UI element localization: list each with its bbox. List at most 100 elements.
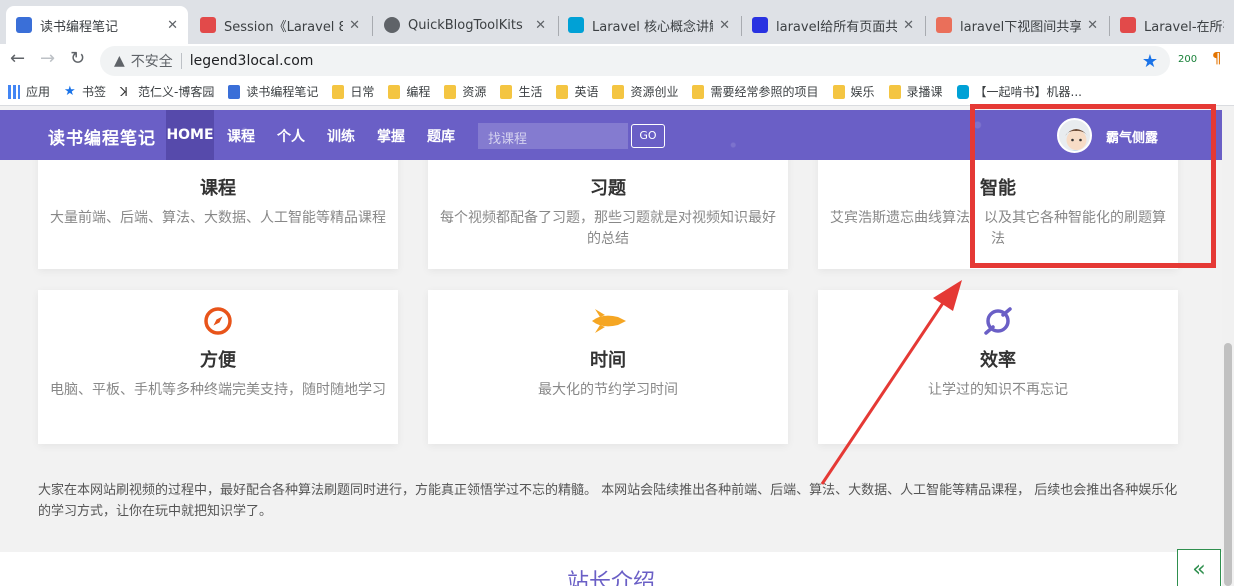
bookmark-label: 读书编程笔记 bbox=[246, 85, 319, 99]
divider bbox=[180, 53, 182, 69]
bookmark-label: 范仁义-博客园 bbox=[138, 85, 215, 99]
card-title: 习题 bbox=[590, 178, 626, 199]
feature-card-time: 时间 最大化的节约学习时间 bbox=[428, 290, 788, 444]
compass-icon bbox=[203, 306, 233, 340]
bookmark-label: 资源 bbox=[462, 85, 487, 99]
bookmark-item[interactable]: 读书编程笔记 bbox=[228, 83, 318, 100]
feature-card-convenient: 方便 电脑、平板、手机等多种终端完美支持，随时随地学习 bbox=[38, 290, 398, 444]
bookmark-folder[interactable]: 录播课 bbox=[888, 83, 943, 100]
tab-title: Laravel-在所有视 bbox=[1144, 19, 1224, 35]
tab-title: laravel下视图间共享数 bbox=[960, 19, 1082, 35]
close-icon[interactable]: ✕ bbox=[719, 18, 730, 33]
paragraph-extension-icon[interactable]: ¶ bbox=[1212, 49, 1222, 67]
page-scrollbar[interactable] bbox=[1222, 110, 1234, 586]
tab-title: 读书编程笔记 bbox=[40, 19, 119, 35]
bookmark-folder[interactable]: 娱乐 bbox=[832, 83, 875, 100]
bookmark-label: 生活 bbox=[518, 85, 543, 99]
tab-divider bbox=[372, 16, 373, 36]
bookmark-star-icon[interactable]: ★ bbox=[1142, 51, 1158, 72]
address-bar[interactable]: ▲ 不安全 legend3local.com ★ bbox=[100, 46, 1170, 76]
bookmark-folder[interactable]: 日常 bbox=[332, 83, 374, 100]
star-icon: ★ bbox=[64, 83, 76, 99]
warning-icon: ▲ bbox=[114, 53, 125, 69]
bilibili-icon bbox=[956, 84, 969, 99]
nav-training[interactable]: 训练 bbox=[327, 126, 355, 146]
site-brand[interactable]: 读书编程笔记 bbox=[48, 124, 156, 149]
insecure-label: 不安全 bbox=[130, 54, 173, 70]
extension-badge[interactable]: 200 bbox=[1178, 54, 1197, 65]
card-description: 每个视频都配备了习题，那些习题就是对视频知识最好的总结 bbox=[440, 210, 776, 247]
bookmark-item[interactable]: ★ 书签 bbox=[64, 83, 106, 100]
folder-icon bbox=[888, 84, 901, 99]
bookmark-folder[interactable]: 编程 bbox=[388, 83, 430, 100]
nav-mastery[interactable]: 掌握 bbox=[377, 126, 405, 146]
tab-0[interactable]: 读书编程笔记 ✕ bbox=[6, 6, 188, 44]
tab-strip: 读书编程笔记 ✕ Session《Laravel 8 ( ✕ QuickBlog… bbox=[0, 0, 1234, 44]
forward-icon[interactable]: → bbox=[40, 48, 55, 69]
rocket-icon bbox=[588, 306, 628, 340]
bookmark-label: 编程 bbox=[406, 85, 431, 99]
card-description: 最大化的节约学习时间 bbox=[538, 382, 678, 398]
bookmark-folder[interactable]: 资源创业 bbox=[612, 83, 678, 100]
tab-6[interactable]: Laravel-在所有视 bbox=[1110, 6, 1234, 44]
close-icon[interactable]: ✕ bbox=[903, 18, 914, 33]
back-to-top-button[interactable]: « bbox=[1177, 549, 1221, 586]
card-description: 电脑、平板、手机等多种终端完美支持，随时随地学习 bbox=[50, 382, 386, 398]
bookmark-item[interactable]: 【一起啃书】机器... bbox=[956, 83, 1082, 100]
tab-title: QuickBlogToolKits bbox=[408, 17, 523, 33]
bookmark-apps[interactable]: 应用 bbox=[8, 83, 50, 100]
scrollbar-thumb[interactable] bbox=[1224, 343, 1232, 586]
bookmark-folder[interactable]: 资源 bbox=[444, 83, 486, 100]
close-icon[interactable]: ✕ bbox=[167, 18, 178, 33]
nav-personal[interactable]: 个人 bbox=[277, 126, 305, 146]
folder-icon bbox=[832, 84, 845, 99]
nav-home[interactable]: HOME bbox=[166, 110, 214, 160]
baidu-icon bbox=[752, 17, 768, 33]
bookmark-label: 日常 bbox=[350, 85, 375, 99]
tab-title: laravel给所有页面共享 bbox=[776, 19, 898, 35]
course-search-input[interactable]: 找课程 bbox=[478, 123, 628, 149]
tab-title: Laravel 核心概念讲解 bbox=[592, 19, 714, 35]
site-intro-text: 大家在本网站刷视频的过程中，最好配合各种算法刷题同时进行，方能真正领悟学过不忘的… bbox=[38, 483, 1178, 519]
folder-icon bbox=[444, 84, 457, 99]
bookmark-folder[interactable]: 生活 bbox=[500, 83, 542, 100]
close-icon[interactable]: ✕ bbox=[535, 18, 546, 33]
bookmark-label: 需要经常参照的项目 bbox=[710, 85, 819, 99]
tab-3[interactable]: Laravel 核心概念讲解 ✕ bbox=[558, 6, 740, 44]
nav-courses[interactable]: 课程 bbox=[227, 126, 255, 146]
close-icon[interactable]: ✕ bbox=[1087, 18, 1098, 33]
bookmark-folder[interactable]: 英语 bbox=[556, 83, 598, 100]
search-go-button[interactable]: GO bbox=[631, 124, 665, 148]
card-title: 课程 bbox=[200, 178, 236, 199]
tab-1[interactable]: Session《Laravel 8 ( ✕ bbox=[190, 6, 370, 44]
reload-icon[interactable]: ↻ bbox=[70, 48, 85, 69]
folder-icon bbox=[388, 84, 401, 99]
bookmark-label: 应用 bbox=[26, 85, 51, 99]
folder-icon bbox=[692, 84, 705, 99]
url-text: legend3local.com bbox=[189, 53, 314, 69]
bookmarks-bar: 应用 ★ 书签 ꓘ 范仁义-博客园 读书编程笔记 日常 编程 资源 生活 英语 资源… bbox=[0, 78, 1234, 106]
globe-icon bbox=[384, 17, 400, 33]
tab-5[interactable]: laravel下视图间共享数 ✕ bbox=[926, 6, 1108, 44]
nav-question-bank[interactable]: 题库 bbox=[427, 126, 455, 146]
home-icon bbox=[1120, 17, 1136, 33]
back-icon[interactable]: ← bbox=[10, 48, 25, 69]
tab-4[interactable]: laravel给所有页面共享 ✕ bbox=[742, 6, 924, 44]
bookmark-label: 【一起啃书】机器... bbox=[974, 85, 1082, 99]
site-favicon-icon bbox=[16, 17, 32, 33]
bookmark-label: 资源创业 bbox=[630, 85, 679, 99]
site-favicon-icon bbox=[200, 17, 216, 33]
feature-card-courses: 课程 大量前端、后端、算法、大数据、人工智能等精品课程 bbox=[38, 160, 398, 269]
tab-2[interactable]: QuickBlogToolKits ✕ bbox=[374, 6, 556, 44]
bookmark-folder[interactable]: 需要经常参照的项目 bbox=[692, 83, 819, 100]
feature-card-exercises: 习题 每个视频都配备了习题，那些习题就是对视频知识最好的总结 bbox=[428, 160, 788, 269]
close-icon[interactable]: ✕ bbox=[349, 18, 360, 33]
card-title: 时间 bbox=[590, 350, 626, 371]
apps-icon bbox=[8, 84, 20, 99]
folder-icon bbox=[556, 84, 569, 99]
card-title: 效率 bbox=[980, 350, 1016, 371]
orbit-icon bbox=[981, 304, 1015, 342]
bookmark-item[interactable]: ꓘ 范仁义-博客园 bbox=[120, 83, 214, 100]
section-title: 站长介绍 bbox=[566, 570, 655, 586]
card-description: 大量前端、后端、算法、大数据、人工智能等精品课程 bbox=[50, 210, 386, 226]
